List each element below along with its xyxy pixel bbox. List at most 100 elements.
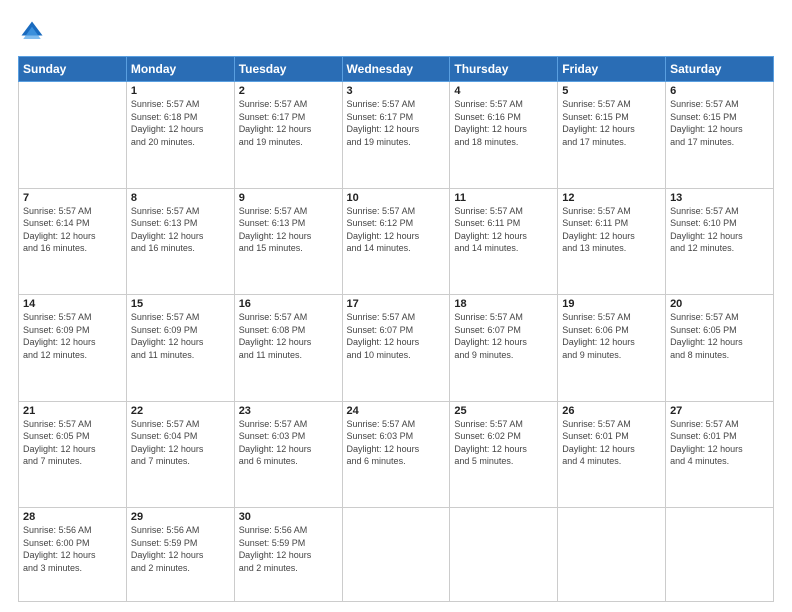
calendar-cell: 25Sunrise: 5:57 AM Sunset: 6:02 PM Dayli… bbox=[450, 401, 558, 508]
day-info: Sunrise: 5:57 AM Sunset: 6:08 PM Dayligh… bbox=[239, 311, 338, 361]
day-info: Sunrise: 5:57 AM Sunset: 6:05 PM Dayligh… bbox=[23, 418, 122, 468]
calendar-cell: 23Sunrise: 5:57 AM Sunset: 6:03 PM Dayli… bbox=[234, 401, 342, 508]
calendar-cell: 8Sunrise: 5:57 AM Sunset: 6:13 PM Daylig… bbox=[126, 188, 234, 295]
calendar-cell: 6Sunrise: 5:57 AM Sunset: 6:15 PM Daylig… bbox=[666, 82, 774, 189]
day-number: 17 bbox=[347, 298, 446, 310]
calendar-week-row: 21Sunrise: 5:57 AM Sunset: 6:05 PM Dayli… bbox=[19, 401, 774, 508]
day-number: 13 bbox=[670, 192, 769, 204]
calendar-cell: 28Sunrise: 5:56 AM Sunset: 6:00 PM Dayli… bbox=[19, 508, 127, 602]
calendar-week-row: 28Sunrise: 5:56 AM Sunset: 6:00 PM Dayli… bbox=[19, 508, 774, 602]
day-info: Sunrise: 5:57 AM Sunset: 6:14 PM Dayligh… bbox=[23, 205, 122, 255]
calendar-cell: 5Sunrise: 5:57 AM Sunset: 6:15 PM Daylig… bbox=[558, 82, 666, 189]
calendar-cell: 14Sunrise: 5:57 AM Sunset: 6:09 PM Dayli… bbox=[19, 295, 127, 402]
day-number: 1 bbox=[131, 85, 230, 97]
day-info: Sunrise: 5:57 AM Sunset: 6:17 PM Dayligh… bbox=[239, 98, 338, 148]
weekday-header-thursday: Thursday bbox=[450, 57, 558, 82]
calendar-cell: 18Sunrise: 5:57 AM Sunset: 6:07 PM Dayli… bbox=[450, 295, 558, 402]
day-number: 4 bbox=[454, 85, 553, 97]
day-number: 14 bbox=[23, 298, 122, 310]
weekday-header-sunday: Sunday bbox=[19, 57, 127, 82]
day-info: Sunrise: 5:57 AM Sunset: 6:01 PM Dayligh… bbox=[670, 418, 769, 468]
day-number: 21 bbox=[23, 405, 122, 417]
calendar-cell bbox=[450, 508, 558, 602]
calendar-week-row: 7Sunrise: 5:57 AM Sunset: 6:14 PM Daylig… bbox=[19, 188, 774, 295]
calendar-cell: 12Sunrise: 5:57 AM Sunset: 6:11 PM Dayli… bbox=[558, 188, 666, 295]
calendar-cell bbox=[666, 508, 774, 602]
day-info: Sunrise: 5:57 AM Sunset: 6:03 PM Dayligh… bbox=[239, 418, 338, 468]
calendar-cell: 13Sunrise: 5:57 AM Sunset: 6:10 PM Dayli… bbox=[666, 188, 774, 295]
day-number: 10 bbox=[347, 192, 446, 204]
calendar-cell: 9Sunrise: 5:57 AM Sunset: 6:13 PM Daylig… bbox=[234, 188, 342, 295]
calendar-cell: 15Sunrise: 5:57 AM Sunset: 6:09 PM Dayli… bbox=[126, 295, 234, 402]
calendar-cell bbox=[342, 508, 450, 602]
day-number: 2 bbox=[239, 85, 338, 97]
calendar-cell: 24Sunrise: 5:57 AM Sunset: 6:03 PM Dayli… bbox=[342, 401, 450, 508]
day-info: Sunrise: 5:57 AM Sunset: 6:09 PM Dayligh… bbox=[131, 311, 230, 361]
page: SundayMondayTuesdayWednesdayThursdayFrid… bbox=[0, 0, 792, 612]
calendar-cell: 4Sunrise: 5:57 AM Sunset: 6:16 PM Daylig… bbox=[450, 82, 558, 189]
day-number: 20 bbox=[670, 298, 769, 310]
day-info: Sunrise: 5:57 AM Sunset: 6:11 PM Dayligh… bbox=[454, 205, 553, 255]
day-info: Sunrise: 5:56 AM Sunset: 5:59 PM Dayligh… bbox=[239, 524, 338, 574]
day-number: 5 bbox=[562, 85, 661, 97]
day-info: Sunrise: 5:57 AM Sunset: 6:04 PM Dayligh… bbox=[131, 418, 230, 468]
calendar-cell: 2Sunrise: 5:57 AM Sunset: 6:17 PM Daylig… bbox=[234, 82, 342, 189]
calendar-cell: 17Sunrise: 5:57 AM Sunset: 6:07 PM Dayli… bbox=[342, 295, 450, 402]
day-info: Sunrise: 5:57 AM Sunset: 6:11 PM Dayligh… bbox=[562, 205, 661, 255]
day-info: Sunrise: 5:57 AM Sunset: 6:01 PM Dayligh… bbox=[562, 418, 661, 468]
calendar-cell: 29Sunrise: 5:56 AM Sunset: 5:59 PM Dayli… bbox=[126, 508, 234, 602]
day-number: 15 bbox=[131, 298, 230, 310]
calendar-cell: 16Sunrise: 5:57 AM Sunset: 6:08 PM Dayli… bbox=[234, 295, 342, 402]
day-number: 19 bbox=[562, 298, 661, 310]
calendar-cell: 1Sunrise: 5:57 AM Sunset: 6:18 PM Daylig… bbox=[126, 82, 234, 189]
day-info: Sunrise: 5:57 AM Sunset: 6:15 PM Dayligh… bbox=[562, 98, 661, 148]
calendar-cell: 7Sunrise: 5:57 AM Sunset: 6:14 PM Daylig… bbox=[19, 188, 127, 295]
weekday-header-friday: Friday bbox=[558, 57, 666, 82]
day-info: Sunrise: 5:57 AM Sunset: 6:06 PM Dayligh… bbox=[562, 311, 661, 361]
calendar-cell: 20Sunrise: 5:57 AM Sunset: 6:05 PM Dayli… bbox=[666, 295, 774, 402]
day-info: Sunrise: 5:57 AM Sunset: 6:17 PM Dayligh… bbox=[347, 98, 446, 148]
day-info: Sunrise: 5:57 AM Sunset: 6:02 PM Dayligh… bbox=[454, 418, 553, 468]
day-info: Sunrise: 5:57 AM Sunset: 6:13 PM Dayligh… bbox=[239, 205, 338, 255]
day-info: Sunrise: 5:57 AM Sunset: 6:15 PM Dayligh… bbox=[670, 98, 769, 148]
day-info: Sunrise: 5:57 AM Sunset: 6:03 PM Dayligh… bbox=[347, 418, 446, 468]
day-info: Sunrise: 5:57 AM Sunset: 6:09 PM Dayligh… bbox=[23, 311, 122, 361]
day-info: Sunrise: 5:57 AM Sunset: 6:07 PM Dayligh… bbox=[454, 311, 553, 361]
calendar-cell: 10Sunrise: 5:57 AM Sunset: 6:12 PM Dayli… bbox=[342, 188, 450, 295]
day-info: Sunrise: 5:56 AM Sunset: 6:00 PM Dayligh… bbox=[23, 524, 122, 574]
day-info: Sunrise: 5:57 AM Sunset: 6:12 PM Dayligh… bbox=[347, 205, 446, 255]
day-number: 25 bbox=[454, 405, 553, 417]
logo bbox=[18, 18, 50, 46]
calendar-table: SundayMondayTuesdayWednesdayThursdayFrid… bbox=[18, 56, 774, 602]
day-info: Sunrise: 5:57 AM Sunset: 6:13 PM Dayligh… bbox=[131, 205, 230, 255]
day-number: 16 bbox=[239, 298, 338, 310]
day-number: 22 bbox=[131, 405, 230, 417]
weekday-header-monday: Monday bbox=[126, 57, 234, 82]
calendar-cell: 30Sunrise: 5:56 AM Sunset: 5:59 PM Dayli… bbox=[234, 508, 342, 602]
day-number: 27 bbox=[670, 405, 769, 417]
calendar-week-row: 14Sunrise: 5:57 AM Sunset: 6:09 PM Dayli… bbox=[19, 295, 774, 402]
calendar-cell: 22Sunrise: 5:57 AM Sunset: 6:04 PM Dayli… bbox=[126, 401, 234, 508]
calendar-cell: 27Sunrise: 5:57 AM Sunset: 6:01 PM Dayli… bbox=[666, 401, 774, 508]
day-info: Sunrise: 5:57 AM Sunset: 6:07 PM Dayligh… bbox=[347, 311, 446, 361]
day-number: 3 bbox=[347, 85, 446, 97]
calendar-cell: 19Sunrise: 5:57 AM Sunset: 6:06 PM Dayli… bbox=[558, 295, 666, 402]
header bbox=[18, 18, 774, 46]
day-info: Sunrise: 5:57 AM Sunset: 6:16 PM Dayligh… bbox=[454, 98, 553, 148]
calendar-cell: 21Sunrise: 5:57 AM Sunset: 6:05 PM Dayli… bbox=[19, 401, 127, 508]
calendar-cell: 11Sunrise: 5:57 AM Sunset: 6:11 PM Dayli… bbox=[450, 188, 558, 295]
logo-icon bbox=[18, 18, 46, 46]
day-number: 11 bbox=[454, 192, 553, 204]
weekday-header-tuesday: Tuesday bbox=[234, 57, 342, 82]
calendar-cell bbox=[19, 82, 127, 189]
day-info: Sunrise: 5:57 AM Sunset: 6:18 PM Dayligh… bbox=[131, 98, 230, 148]
calendar-cell: 3Sunrise: 5:57 AM Sunset: 6:17 PM Daylig… bbox=[342, 82, 450, 189]
day-number: 8 bbox=[131, 192, 230, 204]
day-number: 18 bbox=[454, 298, 553, 310]
calendar-cell: 26Sunrise: 5:57 AM Sunset: 6:01 PM Dayli… bbox=[558, 401, 666, 508]
day-number: 9 bbox=[239, 192, 338, 204]
calendar-week-row: 1Sunrise: 5:57 AM Sunset: 6:18 PM Daylig… bbox=[19, 82, 774, 189]
day-number: 28 bbox=[23, 511, 122, 523]
weekday-header-wednesday: Wednesday bbox=[342, 57, 450, 82]
day-number: 30 bbox=[239, 511, 338, 523]
